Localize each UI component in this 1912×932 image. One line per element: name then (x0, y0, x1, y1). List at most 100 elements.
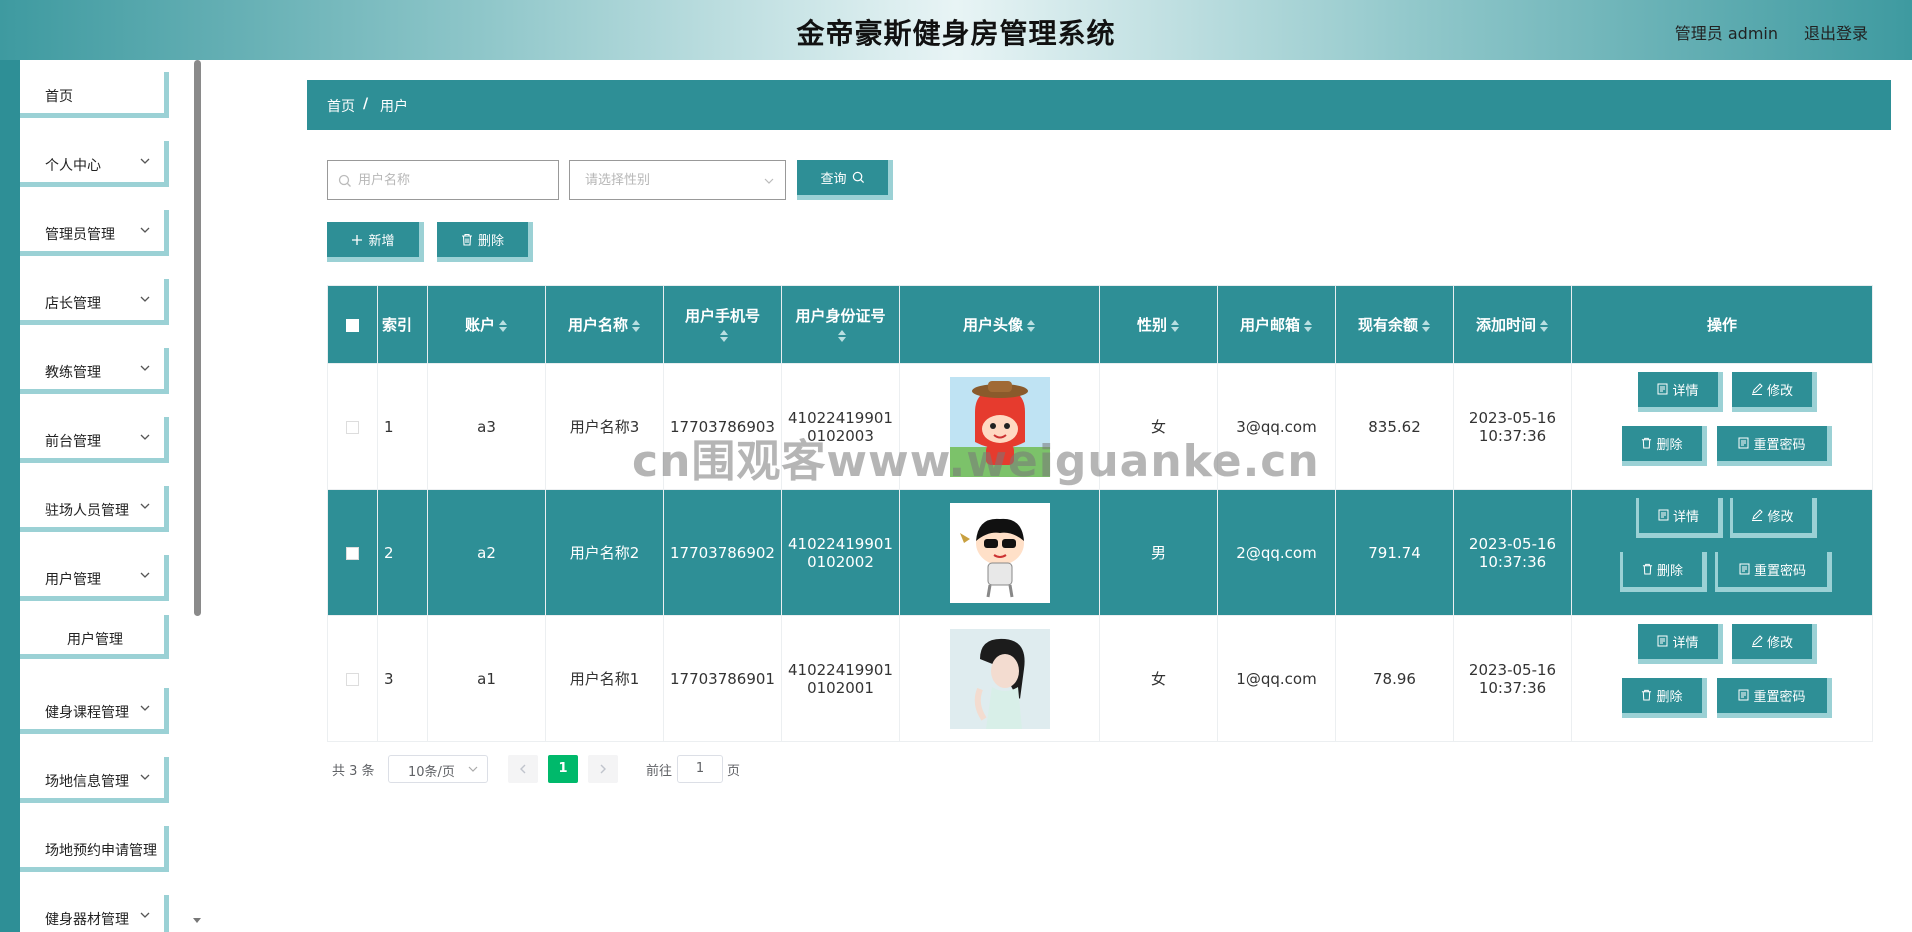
sidebar-item-coach-mgmt[interactable]: 教练管理 (20, 348, 169, 394)
trash-icon (1642, 689, 1652, 701)
row-actions: 详情 修改 删除 重置密码 (1571, 615, 1873, 742)
sidebar-item-home[interactable]: 首页 (20, 72, 169, 118)
row-balance: 78.96 (1335, 615, 1454, 742)
sort-icon[interactable] (631, 319, 641, 333)
user-table: 索引 账户 用户名称 用户手机号 用户身份证号 用户头像 性别 用户邮箱 现有余… (327, 285, 1873, 742)
bulk-delete-label: 删除 (477, 234, 504, 249)
sidebar-item-manager-mgmt[interactable]: 店长管理 (20, 279, 169, 325)
sort-icon[interactable] (1170, 319, 1180, 333)
chevron-down-icon (140, 912, 150, 918)
row-checkbox[interactable] (346, 672, 359, 686)
page-number-current[interactable]: 1 (548, 755, 578, 783)
row-idcard: 410224199010102003 (781, 363, 900, 490)
trash-icon (1642, 563, 1653, 575)
sort-icon[interactable] (1303, 319, 1313, 333)
breadcrumb: 首页 / 用户 (307, 80, 1891, 130)
page-size-select[interactable]: 10条/页 (388, 755, 488, 783)
row-checkbox[interactable] (346, 420, 359, 434)
reset-password-button[interactable]: 重置密码 (1715, 551, 1832, 592)
select-all-checkbox[interactable] (346, 318, 359, 332)
header-idcard[interactable]: 用户身份证号 (781, 285, 900, 364)
chevron-down-icon (140, 434, 150, 440)
detail-button[interactable]: 详情 (1638, 371, 1723, 412)
header-account[interactable]: 账户 (427, 285, 546, 364)
gender-select-input[interactable] (570, 161, 785, 199)
row-delete-button[interactable]: 删除 (1622, 425, 1707, 466)
goto-page-input[interactable]: 1 (677, 755, 723, 783)
reset-password-button[interactable]: 重置密码 (1717, 677, 1832, 718)
header-label: 添加时间 (1475, 316, 1536, 334)
search-icon (852, 171, 864, 184)
detail-button[interactable]: 详情 (1638, 623, 1723, 664)
header-select-all[interactable] (327, 285, 378, 364)
table-row: 1 a3 用户名称3 17703786903 41022419901010200… (327, 363, 1873, 490)
scroll-down-arrow-icon[interactable] (192, 915, 202, 925)
chevron-down-icon (140, 572, 150, 578)
sidebar-item-label: 首页 (45, 89, 73, 105)
header-added-time[interactable]: 添加时间 (1453, 285, 1572, 364)
sidebar-item-equipment-mgmt[interactable]: 健身器材管理 (20, 895, 169, 932)
edit-button[interactable]: 修改 (1730, 497, 1817, 538)
next-page-button[interactable] (588, 755, 618, 783)
edit-icon (1751, 383, 1763, 395)
bulk-delete-button[interactable]: 删除 (437, 222, 533, 262)
sidebar: 首页 个人中心 管理员管理 店长管理 教练管理 前台管理 驻场人员管理 用户管理… (0, 60, 190, 932)
prev-page-button[interactable] (508, 755, 538, 783)
sidebar-item-admin-mgmt[interactable]: 管理员管理 (20, 210, 169, 256)
edit-button[interactable]: 修改 (1732, 623, 1817, 664)
sidebar-item-staff-mgmt[interactable]: 驻场人员管理 (20, 486, 169, 532)
query-button[interactable]: 查询 (797, 160, 893, 200)
sidebar-item-venue-booking-mgmt[interactable]: 场地预约申请管理 (20, 826, 169, 872)
gender-select[interactable] (569, 160, 786, 200)
row-select-cell[interactable] (327, 615, 378, 742)
row-email: 3@qq.com (1217, 363, 1336, 490)
row-select-cell[interactable] (327, 489, 378, 616)
sidebar-item-personal-center[interactable]: 个人中心 (20, 141, 169, 187)
row-checkbox[interactable] (346, 546, 359, 560)
header-email[interactable]: 用户邮箱 (1217, 285, 1336, 364)
row-phone: 17703786902 (663, 489, 782, 616)
header-phone[interactable]: 用户手机号 (663, 285, 782, 364)
sort-icon[interactable] (719, 329, 729, 343)
reset-password-label: 重置密码 (1753, 563, 1806, 579)
row-avatar-cell (899, 489, 1100, 616)
sidebar-scrollbar-thumb[interactable] (194, 60, 201, 616)
sidebar-item-label: 用户管理 (67, 632, 123, 648)
chevron-down-icon (140, 158, 150, 164)
sidebar-item-venue-mgmt[interactable]: 场地信息管理 (20, 757, 169, 803)
detail-button[interactable]: 详情 (1636, 497, 1723, 538)
breadcrumb-home[interactable]: 首页 (327, 96, 355, 116)
header-balance[interactable]: 现有余额 (1335, 285, 1454, 364)
edit-button[interactable]: 修改 (1732, 371, 1817, 412)
reset-password-button[interactable]: 重置密码 (1717, 425, 1832, 466)
sidebar-item-label: 场地信息管理 (45, 774, 129, 790)
sort-icon[interactable] (1026, 319, 1036, 333)
row-select-cell[interactable] (327, 363, 378, 490)
row-delete-button[interactable]: 删除 (1620, 551, 1707, 592)
logout-link[interactable]: 退出登录 (1804, 20, 1868, 44)
table-row: 2 a2 用户名称2 17703786902 41022419901010200… (327, 489, 1873, 616)
sort-icon[interactable] (1539, 319, 1549, 333)
search-icon (338, 174, 351, 187)
sidebar-subitem-user-mgmt[interactable]: 用户管理 (20, 615, 169, 659)
user-avatar-image (949, 376, 1050, 477)
sidebar-item-reception-mgmt[interactable]: 前台管理 (20, 417, 169, 463)
user-name-input[interactable] (328, 161, 558, 199)
sort-icon[interactable] (837, 329, 847, 343)
header-user-name[interactable]: 用户名称 (545, 285, 664, 364)
header-gender[interactable]: 性别 (1099, 285, 1218, 364)
add-button[interactable]: 新增 (327, 222, 424, 262)
sidebar-item-user-mgmt[interactable]: 用户管理 (20, 555, 169, 601)
breadcrumb-current: 用户 (380, 99, 408, 115)
row-email: 2@qq.com (1217, 489, 1336, 616)
row-user-name: 用户名称3 (545, 363, 664, 490)
sidebar-item-course-mgmt[interactable]: 健身课程管理 (20, 688, 169, 734)
page-size-value: 10条/页 (408, 765, 455, 780)
row-delete-button[interactable]: 删除 (1622, 677, 1707, 718)
row-gender: 女 (1099, 363, 1218, 490)
sort-icon[interactable] (498, 319, 508, 333)
header-avatar[interactable]: 用户头像 (899, 285, 1100, 364)
edit-label: 修改 (1767, 509, 1794, 525)
edit-label: 修改 (1766, 383, 1793, 399)
sort-icon[interactable] (1421, 319, 1431, 333)
